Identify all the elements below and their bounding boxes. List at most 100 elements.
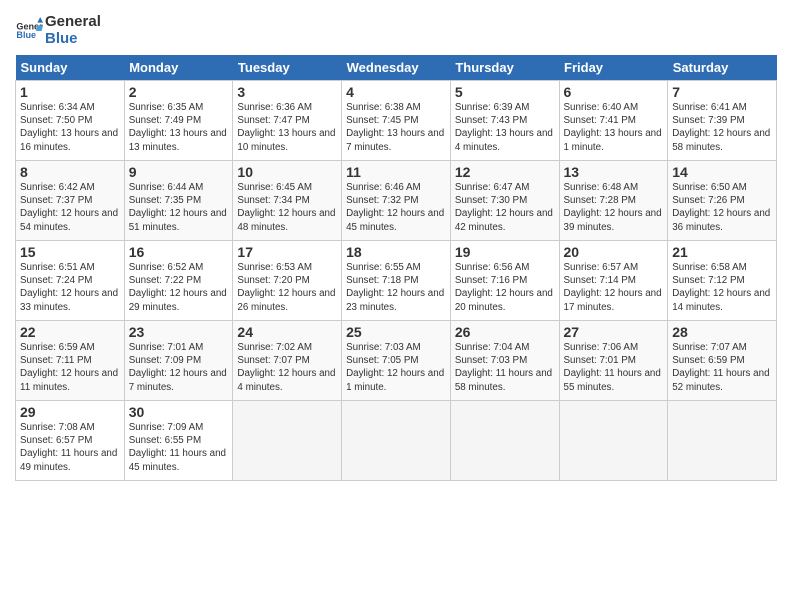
day-info: Sunrise: 7:08 AMSunset: 6:57 PMDaylight:… — [20, 421, 120, 474]
empty-cell — [233, 401, 342, 481]
day-info: Sunrise: 6:34 AMSunset: 7:50 PMDaylight:… — [20, 101, 120, 154]
calendar-week-1: 1 Sunrise: 6:34 AMSunset: 7:50 PMDayligh… — [16, 81, 777, 161]
page-container: General Blue General Blue SundayMondayTu… — [0, 0, 792, 491]
day-cell-5: 5 Sunrise: 6:39 AMSunset: 7:43 PMDayligh… — [450, 81, 559, 161]
day-cell-4: 4 Sunrise: 6:38 AMSunset: 7:45 PMDayligh… — [342, 81, 451, 161]
day-cell-3: 3 Sunrise: 6:36 AMSunset: 7:47 PMDayligh… — [233, 81, 342, 161]
day-header-saturday: Saturday — [668, 55, 777, 81]
day-cell-28: 28 Sunrise: 7:07 AMSunset: 6:59 PMDaylig… — [668, 321, 777, 401]
day-info: Sunrise: 6:46 AMSunset: 7:32 PMDaylight:… — [346, 181, 446, 234]
day-number: 9 — [129, 164, 229, 180]
logo: General Blue General Blue — [15, 14, 101, 47]
day-number: 1 — [20, 84, 120, 100]
day-info: Sunrise: 6:47 AMSunset: 7:30 PMDaylight:… — [455, 181, 555, 234]
day-number: 3 — [237, 84, 337, 100]
day-info: Sunrise: 6:51 AMSunset: 7:24 PMDaylight:… — [20, 261, 120, 314]
day-info: Sunrise: 6:41 AMSunset: 7:39 PMDaylight:… — [672, 101, 772, 154]
day-info: Sunrise: 7:01 AMSunset: 7:09 PMDaylight:… — [129, 341, 229, 394]
logo-icon: General Blue — [15, 17, 43, 45]
day-info: Sunrise: 6:48 AMSunset: 7:28 PMDaylight:… — [564, 181, 664, 234]
header-row: SundayMondayTuesdayWednesdayThursdayFrid… — [16, 55, 777, 81]
day-cell-23: 23 Sunrise: 7:01 AMSunset: 7:09 PMDaylig… — [124, 321, 233, 401]
empty-cell — [342, 401, 451, 481]
day-info: Sunrise: 6:42 AMSunset: 7:37 PMDaylight:… — [20, 181, 120, 234]
day-cell-20: 20 Sunrise: 6:57 AMSunset: 7:14 PMDaylig… — [559, 241, 668, 321]
header: General Blue General Blue — [15, 10, 777, 47]
day-number: 17 — [237, 244, 337, 260]
day-number: 20 — [564, 244, 664, 260]
day-number: 18 — [346, 244, 446, 260]
day-cell-29: 29 Sunrise: 7:08 AMSunset: 6:57 PMDaylig… — [16, 401, 125, 481]
day-number: 28 — [672, 324, 772, 340]
day-info: Sunrise: 6:55 AMSunset: 7:18 PMDaylight:… — [346, 261, 446, 314]
day-cell-22: 22 Sunrise: 6:59 AMSunset: 7:11 PMDaylig… — [16, 321, 125, 401]
day-number: 4 — [346, 84, 446, 100]
day-info: Sunrise: 7:03 AMSunset: 7:05 PMDaylight:… — [346, 341, 446, 394]
day-number: 26 — [455, 324, 555, 340]
day-info: Sunrise: 6:39 AMSunset: 7:43 PMDaylight:… — [455, 101, 555, 154]
day-number: 12 — [455, 164, 555, 180]
day-number: 2 — [129, 84, 229, 100]
day-info: Sunrise: 7:09 AMSunset: 6:55 PMDaylight:… — [129, 421, 229, 474]
day-cell-19: 19 Sunrise: 6:56 AMSunset: 7:16 PMDaylig… — [450, 241, 559, 321]
day-number: 6 — [564, 84, 664, 100]
day-header-tuesday: Tuesday — [233, 55, 342, 81]
day-info: Sunrise: 7:06 AMSunset: 7:01 PMDaylight:… — [564, 341, 664, 394]
day-info: Sunrise: 6:35 AMSunset: 7:49 PMDaylight:… — [129, 101, 229, 154]
calendar-week-2: 8 Sunrise: 6:42 AMSunset: 7:37 PMDayligh… — [16, 161, 777, 241]
day-number: 27 — [564, 324, 664, 340]
day-info: Sunrise: 6:50 AMSunset: 7:26 PMDaylight:… — [672, 181, 772, 234]
day-info: Sunrise: 7:07 AMSunset: 6:59 PMDaylight:… — [672, 341, 772, 394]
day-cell-8: 8 Sunrise: 6:42 AMSunset: 7:37 PMDayligh… — [16, 161, 125, 241]
day-number: 7 — [672, 84, 772, 100]
day-info: Sunrise: 6:59 AMSunset: 7:11 PMDaylight:… — [20, 341, 120, 394]
day-info: Sunrise: 6:58 AMSunset: 7:12 PMDaylight:… — [672, 261, 772, 314]
day-cell-27: 27 Sunrise: 7:06 AMSunset: 7:01 PMDaylig… — [559, 321, 668, 401]
day-cell-1: 1 Sunrise: 6:34 AMSunset: 7:50 PMDayligh… — [16, 81, 125, 161]
day-info: Sunrise: 6:52 AMSunset: 7:22 PMDaylight:… — [129, 261, 229, 314]
day-header-wednesday: Wednesday — [342, 55, 451, 81]
calendar-table: SundayMondayTuesdayWednesdayThursdayFrid… — [15, 55, 777, 481]
empty-cell — [450, 401, 559, 481]
day-cell-11: 11 Sunrise: 6:46 AMSunset: 7:32 PMDaylig… — [342, 161, 451, 241]
svg-text:Blue: Blue — [16, 30, 36, 40]
logo-blue: Blue — [45, 31, 101, 48]
day-info: Sunrise: 7:04 AMSunset: 7:03 PMDaylight:… — [455, 341, 555, 394]
day-cell-21: 21 Sunrise: 6:58 AMSunset: 7:12 PMDaylig… — [668, 241, 777, 321]
day-info: Sunrise: 6:56 AMSunset: 7:16 PMDaylight:… — [455, 261, 555, 314]
day-number: 25 — [346, 324, 446, 340]
day-cell-2: 2 Sunrise: 6:35 AMSunset: 7:49 PMDayligh… — [124, 81, 233, 161]
calendar-week-4: 22 Sunrise: 6:59 AMSunset: 7:11 PMDaylig… — [16, 321, 777, 401]
day-info: Sunrise: 6:44 AMSunset: 7:35 PMDaylight:… — [129, 181, 229, 234]
day-header-monday: Monday — [124, 55, 233, 81]
day-number: 19 — [455, 244, 555, 260]
day-number: 30 — [129, 404, 229, 420]
day-number: 5 — [455, 84, 555, 100]
day-cell-12: 12 Sunrise: 6:47 AMSunset: 7:30 PMDaylig… — [450, 161, 559, 241]
day-info: Sunrise: 6:45 AMSunset: 7:34 PMDaylight:… — [237, 181, 337, 234]
day-cell-7: 7 Sunrise: 6:41 AMSunset: 7:39 PMDayligh… — [668, 81, 777, 161]
calendar-week-5: 29 Sunrise: 7:08 AMSunset: 6:57 PMDaylig… — [16, 401, 777, 481]
empty-cell — [668, 401, 777, 481]
day-header-friday: Friday — [559, 55, 668, 81]
day-number: 15 — [20, 244, 120, 260]
day-number: 24 — [237, 324, 337, 340]
day-cell-24: 24 Sunrise: 7:02 AMSunset: 7:07 PMDaylig… — [233, 321, 342, 401]
day-header-thursday: Thursday — [450, 55, 559, 81]
day-cell-15: 15 Sunrise: 6:51 AMSunset: 7:24 PMDaylig… — [16, 241, 125, 321]
day-number: 16 — [129, 244, 229, 260]
day-cell-17: 17 Sunrise: 6:53 AMSunset: 7:20 PMDaylig… — [233, 241, 342, 321]
day-info: Sunrise: 6:53 AMSunset: 7:20 PMDaylight:… — [237, 261, 337, 314]
day-number: 11 — [346, 164, 446, 180]
day-info: Sunrise: 7:02 AMSunset: 7:07 PMDaylight:… — [237, 341, 337, 394]
day-number: 8 — [20, 164, 120, 180]
day-cell-25: 25 Sunrise: 7:03 AMSunset: 7:05 PMDaylig… — [342, 321, 451, 401]
day-cell-9: 9 Sunrise: 6:44 AMSunset: 7:35 PMDayligh… — [124, 161, 233, 241]
day-cell-18: 18 Sunrise: 6:55 AMSunset: 7:18 PMDaylig… — [342, 241, 451, 321]
day-cell-26: 26 Sunrise: 7:04 AMSunset: 7:03 PMDaylig… — [450, 321, 559, 401]
day-number: 14 — [672, 164, 772, 180]
day-number: 13 — [564, 164, 664, 180]
day-number: 29 — [20, 404, 120, 420]
day-info: Sunrise: 6:57 AMSunset: 7:14 PMDaylight:… — [564, 261, 664, 314]
day-number: 21 — [672, 244, 772, 260]
